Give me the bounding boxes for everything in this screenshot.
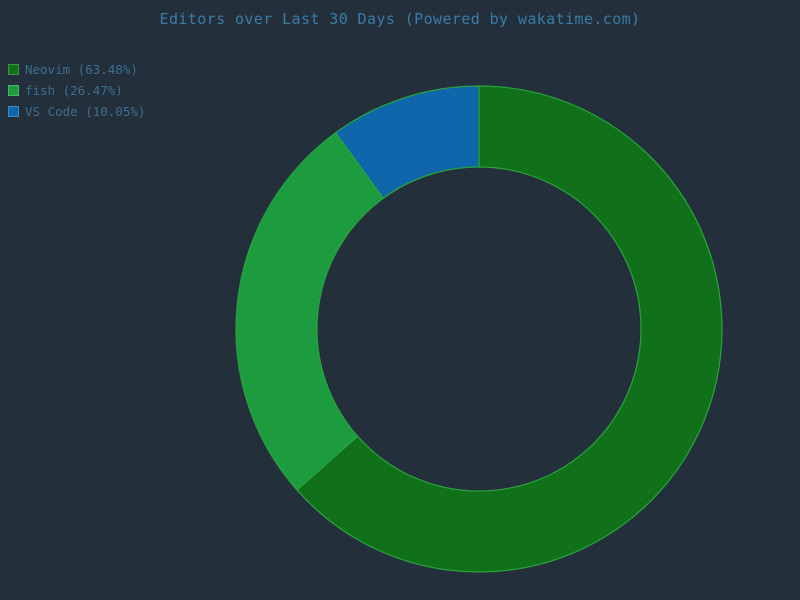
legend-swatch-neovim	[8, 64, 19, 75]
legend-item-fish[interactable]: fish (26.47%)	[8, 83, 145, 98]
donut-slice-group	[235, 85, 723, 573]
chart-legend: Neovim (63.48%) fish (26.47%) VS Code (1…	[8, 62, 145, 119]
legend-item-vs-code[interactable]: VS Code (10.05%)	[8, 104, 145, 119]
legend-swatch-vs-code	[8, 106, 19, 117]
donut-slice-fish[interactable]	[235, 132, 385, 491]
legend-item-neovim[interactable]: Neovim (63.48%)	[8, 62, 145, 77]
legend-label-vs-code: VS Code (10.05%)	[25, 104, 146, 119]
donut-chart-figure: Editors over Last 30 Days (Powered by wa…	[0, 0, 800, 600]
legend-label-neovim: Neovim (63.48%)	[25, 62, 138, 77]
legend-swatch-fish	[8, 85, 19, 96]
legend-label-fish: fish (26.47%)	[25, 83, 123, 98]
